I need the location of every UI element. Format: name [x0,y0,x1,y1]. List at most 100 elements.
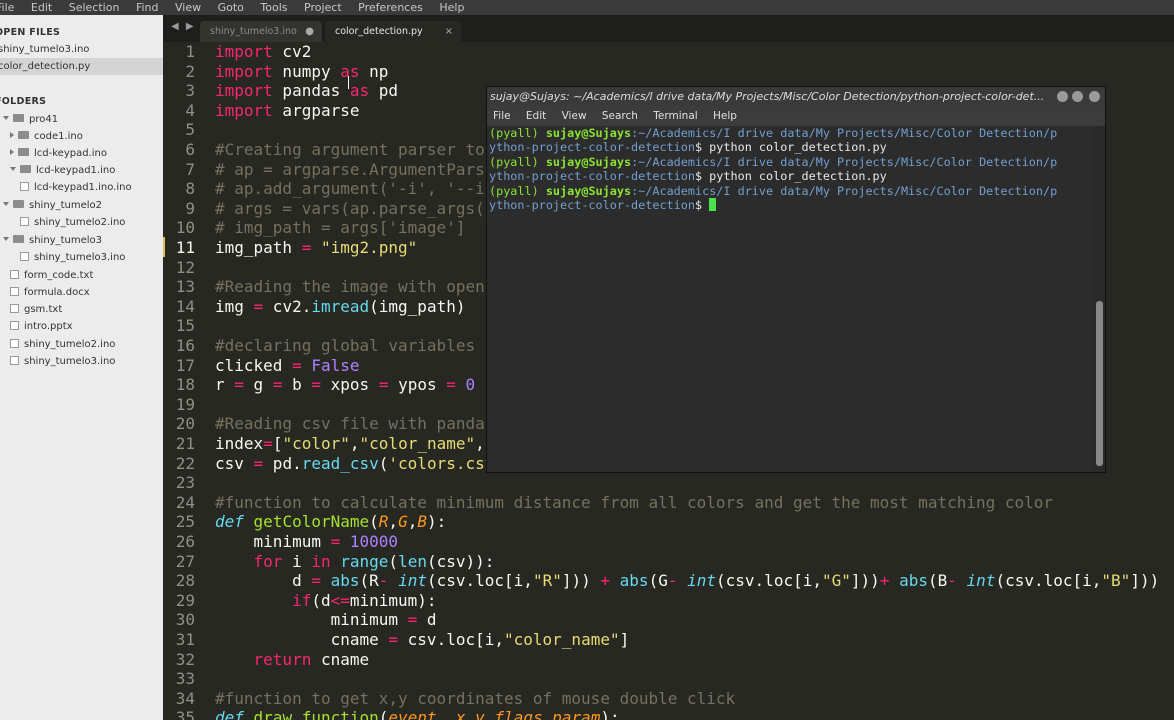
file-icon [10,303,19,313]
menu-find[interactable]: Find [136,0,159,15]
code-line[interactable]: #Creating argument parser to [215,140,485,160]
terminal-menu-edit[interactable]: Edit [526,106,546,126]
code-line[interactable]: r = g = b = xpos = ypos = 0 [215,375,475,395]
line-number: 13 [175,277,195,297]
menu-view[interactable]: View [175,0,201,15]
tree-label: form_code.txt [24,270,94,281]
text-cursor-icon [348,76,351,89]
tree-label: gsm.txt [24,304,63,315]
tree-file[interactable]: lcd-keypad1.ino.ino [0,179,163,196]
code-line[interactable]: import pandas as pd [215,81,398,101]
tree-folder[interactable]: lcd-keypad1.ino [0,162,163,179]
open-file-item[interactable]: shiny_tumelo3.ino [0,41,163,58]
tree-file[interactable]: intro.pptx [0,318,163,335]
code-line[interactable]: def draw_function(event, x,y,flags,param… [215,708,620,720]
code-line[interactable]: img_path = "img2.png" [215,238,417,258]
code-line[interactable]: img = cv2.imread(img_path) [215,297,465,317]
code-line[interactable]: import cv2 [215,42,311,62]
code-line[interactable]: d = abs(R- int(csv.loc[i,"R"])) + abs(G-… [215,571,1159,591]
folder-icon [20,165,31,173]
code-line[interactable]: if(d<=minimum): [215,591,437,611]
line-number: 32 [175,649,195,669]
tree-file[interactable]: formula.docx [0,284,163,301]
tree-label: formula.docx [24,287,90,298]
code-line[interactable]: cname = csv.loc[i,"color_name"] [215,630,630,650]
terminal-menu-terminal[interactable]: Terminal [653,106,697,126]
code-line[interactable]: # args = vars(ap.parse_args( [215,199,485,219]
terminal-menu-help[interactable]: Help [713,106,737,126]
code-line[interactable]: for i in range(len(csv)): [215,552,495,572]
file-icon [20,181,29,191]
tree-file[interactable]: form_code.txt [0,267,163,284]
line-number: 6 [185,140,195,159]
menu-selection[interactable]: Selection [69,0,120,15]
terminal-titlebar[interactable]: sujay@Sujays: ~/Academics/I drive data/M… [487,87,1105,106]
terminal-menu-search[interactable]: Search [602,106,638,126]
maximize-icon[interactable] [1072,91,1083,102]
tree-label: shiny_tumelo2 [29,200,102,211]
code-line[interactable]: minimum = 10000 [215,532,399,552]
tree-file[interactable]: gsm.txt [0,301,163,318]
menu-preferences[interactable]: Preferences [358,0,423,15]
code-line[interactable]: # img_path = args['image'] [215,218,465,238]
code-line[interactable]: clicked = False [215,356,360,376]
tree-label: shiny_tumelo3.ino [34,252,126,263]
unsaved-dot-icon[interactable]: ● [305,21,314,42]
line-number: 33 [175,669,195,689]
menu-goto[interactable]: Goto [218,0,244,15]
code-line[interactable]: # ap.add_argument('-i', '--i [215,179,485,199]
expand-arrow-icon [3,116,9,120]
code-line[interactable]: import numpy as np [215,62,388,82]
minimize-icon[interactable] [1057,91,1068,102]
tree-label: lcd-keypad.ino [34,148,107,159]
tree-file[interactable]: shiny_tumelo3.ino [0,353,163,370]
folder-icon [18,131,29,139]
close-icon[interactable] [1089,91,1100,102]
terminal-menu-file[interactable]: File [493,106,511,126]
tree-label: lcd-keypad1.ino.ino [34,182,132,193]
terminal-window[interactable]: sujay@Sujays: ~/Academics/I drive data/M… [487,87,1105,472]
tab-color-detection[interactable]: color_detection.py × [325,21,461,42]
scrollbar-thumb[interactable] [1096,301,1103,466]
line-number: 28 [175,571,195,591]
code-line[interactable]: # ap = argparse.ArgumentParse [215,160,494,180]
code-line[interactable]: minimum = d [215,610,437,630]
tree-folder[interactable]: shiny_tumelo2 [0,197,163,214]
code-line[interactable]: def getColorName(R,G,B): [215,512,446,532]
tree-label: code1.ino [34,131,83,142]
sidebar: OPEN FILES shiny_tumelo3.ino color_detec… [0,15,163,720]
menu-help[interactable]: Help [439,0,464,15]
terminal-line: (pyall) sujay@Sujays:~/Academics/I drive… [489,126,1058,140]
terminal-scrollbar[interactable] [1094,126,1105,472]
tab-shiny-tumelo3[interactable]: shiny_tumelo3.ino ● [200,21,322,42]
line-number: 15 [175,316,195,336]
open-file-label: shiny_tumelo3.ino [0,44,90,55]
tree-file[interactable]: shiny_tumelo2.ino [0,336,163,353]
menu-file[interactable]: File [0,0,14,15]
menu-project[interactable]: Project [304,0,342,15]
tree-label: shiny_tumelo3 [29,235,102,246]
tab-nav-arrows-icon[interactable]: ◀ ▶ [171,21,196,32]
code-line[interactable]: #function to calculate minimum distance … [215,493,1053,513]
tree-folder[interactable]: lcd-keypad.ino [0,145,163,162]
folders-heading: FOLDERS [0,96,47,107]
expand-arrow-icon [3,237,9,241]
open-file-item-active[interactable]: color_detection.py [0,58,163,75]
code-line[interactable]: return cname [215,650,370,670]
line-number: 27 [175,551,195,571]
tree-folder[interactable]: shiny_tumelo3 [0,232,163,249]
code-line[interactable]: #function to get x,y coordinates of mous… [215,689,735,709]
terminal-menu-view[interactable]: View [562,106,587,126]
tree-file[interactable]: shiny_tumelo3.ino [0,249,163,266]
tree-folder-pro41[interactable]: pro41 [0,111,163,128]
menu-edit[interactable]: Edit [31,0,52,15]
code-line[interactable]: import argparse [215,101,360,121]
tree-folder[interactable]: code1.ino [0,128,163,145]
terminal-output[interactable]: (pyall) sujay@Sujays:~/Academics/I drive… [487,126,1094,472]
code-line[interactable]: #Reading the image with opencv [215,277,504,297]
menu-tools[interactable]: Tools [260,0,287,15]
tree-label: lcd-keypad1.ino [36,165,116,176]
close-icon[interactable]: × [445,21,453,42]
tree-file[interactable]: shiny_tumelo2.ino [0,214,163,231]
line-number: 31 [175,630,195,649]
